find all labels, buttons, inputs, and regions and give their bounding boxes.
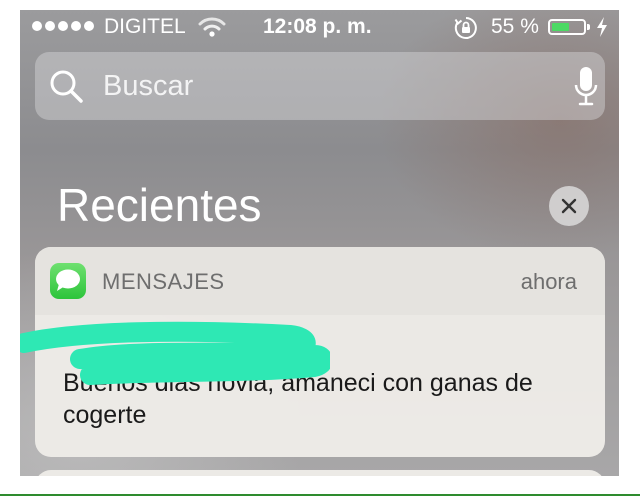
clear-recents-button[interactable]	[549, 186, 589, 226]
next-notification-peek	[35, 470, 605, 476]
search-bar[interactable]	[35, 52, 605, 120]
close-icon	[561, 198, 577, 214]
recents-title: Recientes	[57, 179, 262, 231]
notification-app-name: MENSAJES	[102, 269, 225, 294]
signal-dots-icon	[32, 21, 94, 31]
carrier-name: DIGITEL	[104, 15, 186, 38]
microphone-icon[interactable]	[574, 66, 598, 113]
search-input[interactable]	[103, 66, 503, 106]
battery-cap	[587, 24, 590, 30]
status-bar: DIGITEL 12:08 p. m. 55 %	[20, 10, 619, 46]
notification-timestamp: ahora	[520, 269, 577, 294]
battery-percent: 55 %	[491, 15, 539, 38]
rotation-lock-icon	[454, 16, 478, 46]
battery-fill	[552, 23, 569, 31]
notification-header: MENSAJES ahora	[35, 247, 605, 315]
search-icon	[49, 69, 85, 110]
messages-app-icon	[50, 263, 86, 299]
status-time: 12:08 p. m.	[263, 15, 372, 38]
battery-icon	[548, 19, 586, 35]
bottom-border	[0, 494, 640, 496]
sender-redaction-scribble	[20, 321, 330, 385]
charging-bolt-icon	[596, 16, 608, 44]
lock-screen: DIGITEL 12:08 p. m. 55 % Buscar Reciente…	[20, 10, 619, 476]
wifi-icon	[198, 16, 226, 44]
